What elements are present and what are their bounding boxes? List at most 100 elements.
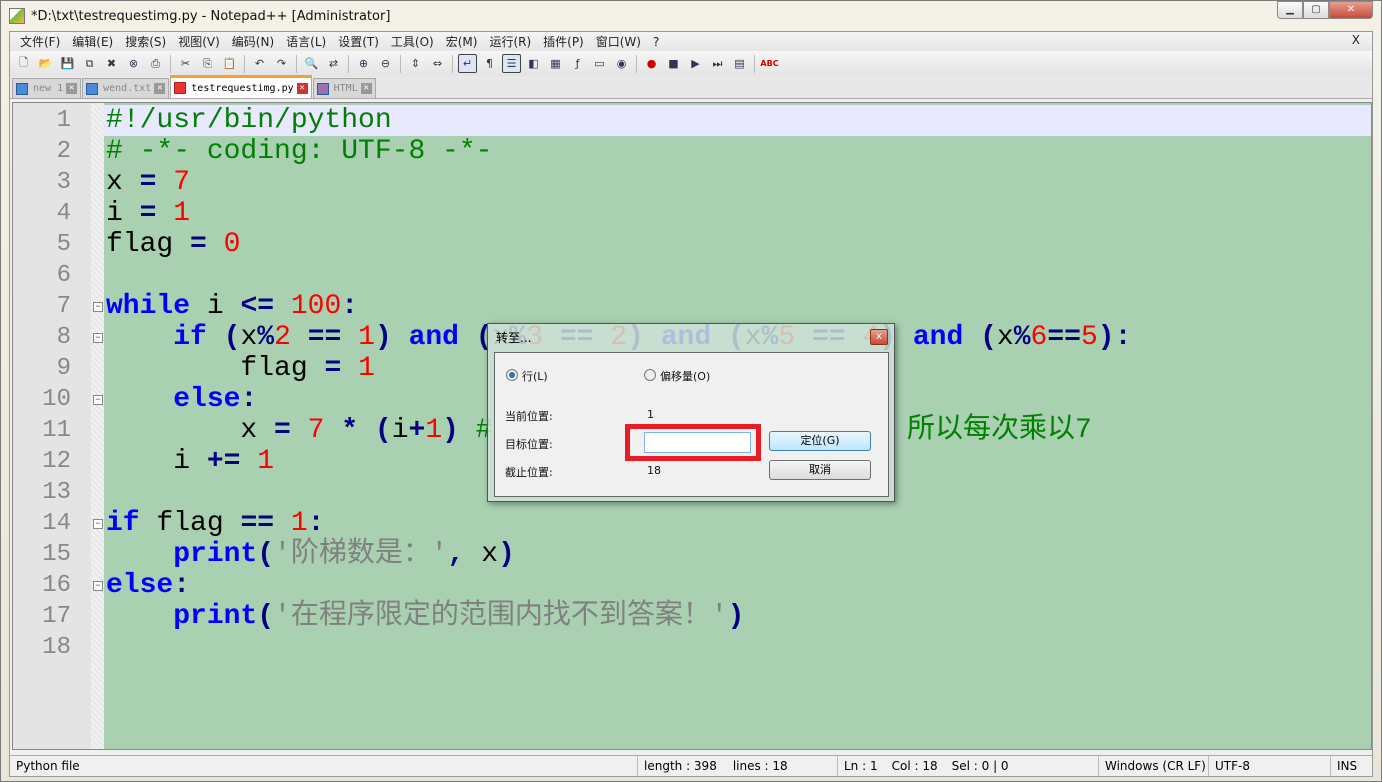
close-all-button[interactable]: ⊗ [124,54,143,73]
radio-offset-label[interactable]: 偏移量(O) [660,368,710,384]
redo-button[interactable]: ↷ [272,54,291,73]
token-kw: else [173,384,241,415]
menu-item[interactable]: 宏(M) [440,33,484,50]
status-eol[interactable]: Windows (CR LF) [1099,756,1209,776]
code-text[interactable]: else: [104,570,1371,601]
stop-button[interactable]: ■ [664,54,683,73]
tab-label: wend.txt [103,83,152,94]
menu-item[interactable]: 运行(R) [483,33,537,50]
record-button[interactable]: ● [642,54,661,73]
menu-item[interactable]: ? [647,35,665,49]
tab-close-icon[interactable]: ✕ [154,83,166,94]
sync-h-button[interactable]: ⇔ [428,54,447,73]
status-encoding[interactable]: UTF-8 [1209,756,1331,776]
token-id [274,291,291,322]
menu-item[interactable]: 设置(T) [332,33,385,50]
tab-close-icon[interactable]: ✕ [66,83,78,94]
tab-HTML[interactable]: HTML ✕ [312,78,376,98]
show-all-button[interactable]: ¶ [480,54,499,73]
open-button[interactable]: 📂 [36,54,55,73]
tab-close-icon[interactable]: ✕ [296,82,308,94]
function-list-button[interactable]: ƒ [568,54,587,73]
cancel-button[interactable]: 取消 [769,460,871,480]
fold-toggle-icon[interactable]: − [93,581,103,591]
toolbar-separator [452,54,453,73]
new-button[interactable]: 🗋 [14,54,33,73]
menu-item[interactable]: 编辑(E) [66,33,119,50]
code-text[interactable]: print('在程序限定的范围内找不到答案！') [104,601,1371,632]
wrap-button[interactable]: ↵ [458,54,477,73]
code-text[interactable]: flag = 0 [104,229,1371,260]
save-button[interactable]: 💾 [58,54,77,73]
play-multi-button[interactable]: ⏭ [708,54,727,73]
close-button[interactable]: ✕ [1329,1,1373,19]
code-text[interactable] [104,632,1371,663]
menu-item[interactable]: 视图(V) [172,33,226,50]
fold-toggle-icon[interactable]: − [93,333,103,343]
target-position-input[interactable] [644,432,751,453]
token-op: * [341,415,359,446]
save-macro-button[interactable]: ▤ [730,54,749,73]
code-text[interactable]: if flag == 1: [104,508,1371,539]
cut-button[interactable]: ✂ [176,54,195,73]
token-op: ): [1097,322,1132,353]
copy-button[interactable]: ⎘ [198,54,217,73]
fold-toggle-icon[interactable]: − [93,302,103,312]
code-text[interactable]: i = 1 [104,198,1371,229]
folder-button[interactable]: ▭ [590,54,609,73]
menu-item[interactable]: 搜索(S) [119,33,172,50]
tab-wend-txt[interactable]: wend.txt ✕ [82,78,170,98]
minimize-button[interactable]: ▁ [1277,1,1303,19]
token-op: = [139,167,157,198]
code-text[interactable] [104,260,1371,291]
close-all-icon: ⊗ [128,57,139,70]
code-text[interactable]: print('阶梯数是：', x) [104,539,1371,570]
token-op: ) [498,539,515,570]
status-sel: Sel : 0 | 0 [951,759,1009,773]
monitor-button[interactable]: ◉ [612,54,631,73]
menu-item[interactable]: 文件(F) [14,33,66,50]
udl-button[interactable]: ◧ [524,54,543,73]
maximize-button[interactable]: ▢ [1303,1,1329,19]
sync-v-button[interactable]: ⇕ [406,54,425,73]
doc-map-button[interactable]: ▦ [546,54,565,73]
save-all-button[interactable]: ⧉ [80,54,99,73]
tab-testrequestimg-py[interactable]: testrequestimg.py ✕ [170,75,312,98]
token-id [240,446,257,477]
go-button[interactable]: 定位(G) [769,431,871,451]
replace-button[interactable]: ⇄ [324,54,343,73]
zoom-out-button[interactable]: ⊖ [376,54,395,73]
fold-toggle-icon[interactable]: − [93,395,103,405]
menu-item[interactable]: 窗口(W) [590,33,647,50]
code-line: 15 print('阶梯数是：', x) [13,539,1371,570]
indent-guide-button[interactable]: ☰ [502,54,521,73]
tab-close-icon[interactable]: ✕ [360,83,372,94]
close-button[interactable]: ✖ [102,54,121,73]
radio-line-label[interactable]: 行(L) [522,368,548,384]
token-op: ( [257,539,275,570]
zoom-in-button[interactable]: ⊕ [354,54,373,73]
close-document-button[interactable]: X [1346,33,1366,47]
fold-toggle-icon[interactable]: − [93,519,103,529]
play-button[interactable]: ▶ [686,54,705,73]
status-mode[interactable]: INS [1331,756,1371,776]
tab-new-1[interactable]: new 1 ✕ [12,78,82,98]
spellcheck-button[interactable]: ABC [760,54,779,73]
menu-item[interactable]: 编码(N) [226,33,280,50]
code-text[interactable]: while i <= 100: [104,291,1371,322]
menu-item[interactable]: 语言(L) [280,33,332,50]
code-text[interactable]: x = 7 [104,167,1371,198]
menu-item[interactable]: 插件(P) [537,33,590,50]
code-text[interactable]: # -*- coding: UTF-8 -*- [104,136,1371,167]
close-icon: ✖ [106,57,117,70]
find-button[interactable]: 🔍 [302,54,321,73]
radio-line[interactable] [506,369,518,381]
print-button[interactable]: ⎙ [146,54,165,73]
undo-button[interactable]: ↶ [250,54,269,73]
menu-item[interactable]: 工具(O) [385,33,440,50]
paste-button[interactable]: 📋 [220,54,239,73]
play-icon: ▶ [691,57,700,70]
dialog-close-button[interactable]: x [870,329,888,345]
radio-offset[interactable] [644,369,656,381]
code-text[interactable]: #!/usr/bin/python [104,105,1371,136]
